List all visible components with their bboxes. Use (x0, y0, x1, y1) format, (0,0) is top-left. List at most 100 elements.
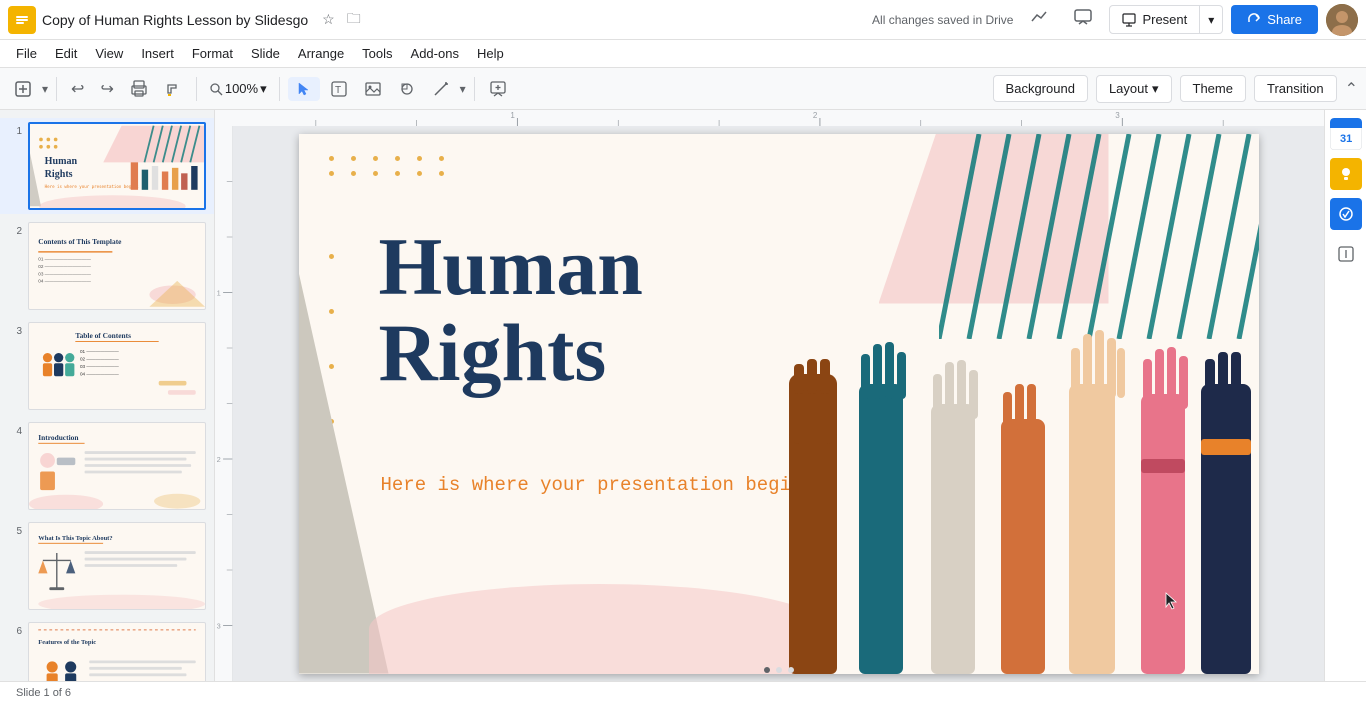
title-line1: Human (379, 224, 643, 310)
svg-text:1: 1 (216, 288, 220, 297)
svg-text:01 ———————: 01 ——————— (80, 349, 119, 354)
slide-number-5: 5 (8, 522, 22, 537)
menu-tools[interactable]: Tools (354, 43, 400, 64)
layout-dropdown: Layout ▾ (1096, 75, 1172, 103)
shapes-tool-button[interactable] (392, 76, 422, 102)
editor-area: 1 2 3 (215, 110, 1324, 681)
nav-dot-active (764, 667, 770, 673)
select-tool-button[interactable] (288, 77, 320, 101)
slide-canvas[interactable]: Human Rights Here is where your presenta… (233, 126, 1324, 681)
menu-file[interactable]: File (8, 43, 45, 64)
line-tool-button[interactable] (426, 76, 456, 102)
transition-button[interactable]: Transition (1254, 75, 1337, 102)
top-bar-right: All changes saved in Drive Present ▾ Sha… (872, 3, 1358, 36)
svg-text:02 ——————————: 02 —————————— (38, 264, 91, 269)
main-area: 1 (0, 110, 1366, 681)
menu-help[interactable]: Help (469, 43, 512, 64)
star-button[interactable]: ☆ (318, 6, 339, 34)
divider3 (279, 77, 280, 101)
image-tool-button[interactable] (358, 76, 388, 102)
menu-slide[interactable]: Slide (243, 43, 288, 64)
toolbar-right: Background Layout ▾ Theme Transition ⌃ (993, 75, 1358, 103)
comment-add-button[interactable] (483, 76, 513, 102)
menu-insert[interactable]: Insert (133, 43, 182, 64)
svg-text:Features of the Topic: Features of the Topic (38, 639, 96, 646)
background-button[interactable]: Background (993, 75, 1088, 102)
analytics-button[interactable] (1021, 3, 1057, 36)
google-calendar-icon[interactable]: 31 (1330, 118, 1362, 150)
slide-number-3: 3 (8, 322, 22, 337)
svg-text:1: 1 (510, 111, 515, 120)
menu-view[interactable]: View (87, 43, 131, 64)
svg-text:3: 3 (216, 621, 220, 630)
slide-item-5[interactable]: 5 What Is This Topic About? (0, 518, 214, 614)
present-label: Present (1142, 12, 1187, 27)
slide-subtitle: Here is where your presentation begins (381, 474, 814, 496)
title-line2: Rights (379, 310, 643, 396)
zoom-level: 100% (225, 81, 258, 96)
suggestions-button[interactable] (1330, 158, 1362, 190)
present-dropdown[interactable]: ▾ (1200, 5, 1223, 34)
redo-button[interactable]: ↪ (94, 75, 119, 103)
svg-text:2: 2 (813, 111, 818, 120)
paint-format-button[interactable] (158, 76, 188, 102)
expand-panel-button[interactable] (1330, 238, 1362, 270)
dots-pattern (329, 156, 451, 176)
collapse-toolbar-button[interactable]: ⌃ (1345, 79, 1358, 99)
user-avatar[interactable] (1326, 4, 1358, 36)
svg-text:03 ——————————: 03 —————————— (38, 271, 91, 276)
svg-text:04 ———————: 04 ——————— (80, 371, 119, 376)
undo-button[interactable]: ↩ (65, 75, 90, 103)
svg-text:What Is This Topic About?: What Is This Topic About? (38, 535, 112, 542)
layout-button[interactable]: Layout ▾ (1096, 75, 1172, 103)
text-tool-button[interactable]: T (324, 76, 354, 102)
slide-number-6: 6 (8, 622, 22, 637)
add-dropdown-arrow[interactable]: ▾ (42, 82, 48, 96)
slide-thumb-4: Introduction (28, 422, 206, 510)
slide-panel: 1 (0, 110, 215, 681)
divider2 (196, 77, 197, 101)
slide-thumb-6: Features of the Topic (28, 622, 206, 681)
slide-item-4[interactable]: 4 Introduction (0, 418, 214, 514)
gray-triangle (299, 184, 389, 674)
title-icons: ☆ 🗀 (318, 6, 365, 34)
menu-format[interactable]: Format (184, 43, 241, 64)
folder-button[interactable]: 🗀 (343, 6, 365, 34)
right-panel: 31 (1324, 110, 1366, 681)
svg-text:04 ——————————: 04 —————————— (38, 279, 91, 284)
svg-text:2: 2 (216, 455, 220, 464)
slide-item-2[interactable]: 2 Contents of This Template 01 —————————… (0, 218, 214, 314)
top-bar: Copy of Human Rights Lesson by Slidesgo … (0, 0, 1366, 40)
main-slide: Human Rights Here is where your presenta… (299, 134, 1259, 674)
theme-button[interactable]: Theme (1180, 75, 1246, 102)
present-button[interactable]: Present (1109, 5, 1200, 34)
nav-dot-2 (776, 667, 782, 673)
svg-text:3: 3 (1115, 111, 1120, 120)
tasks-button[interactable] (1330, 198, 1362, 230)
add-slide-tb-button[interactable] (8, 76, 38, 102)
slide-item-1[interactable]: 1 (0, 118, 214, 214)
svg-text:Contents of This Template: Contents of This Template (38, 237, 122, 246)
slide-item-3[interactable]: 3 Table of Contents 01 ——————— 02 ——————… (0, 318, 214, 414)
app-icon (8, 6, 36, 34)
nav-dot-3 (788, 667, 794, 673)
comment-button[interactable] (1065, 3, 1101, 36)
pink-blob-bottom (369, 584, 829, 674)
menu-arrange[interactable]: Arrange (290, 43, 352, 64)
svg-text:Table of Contents: Table of Contents (75, 331, 131, 340)
zoom-control[interactable]: 100% ▾ (205, 79, 271, 99)
share-button[interactable]: Share (1231, 5, 1318, 34)
slide-number-2: 2 (8, 222, 22, 237)
menu-edit[interactable]: Edit (47, 43, 85, 64)
menu-addons[interactable]: Add-ons (403, 43, 467, 64)
slide-nav-dots (764, 667, 794, 673)
svg-text:Here is where your presentatio: Here is where your presentation begins (45, 184, 140, 189)
present-button-group: Present ▾ (1109, 5, 1223, 34)
slide-status: Slide 1 of 6 (16, 687, 71, 699)
svg-text:Introduction: Introduction (38, 433, 78, 442)
print-button[interactable] (124, 76, 154, 102)
slide-item-6[interactable]: 6 Features of the Topic (0, 618, 214, 681)
slide-thumb-3: Table of Contents 01 ——————— 02 ——————— … (28, 322, 206, 410)
menu-bar: File Edit View Insert Format Slide Arran… (0, 40, 1366, 68)
svg-text:31: 31 (1340, 133, 1352, 145)
